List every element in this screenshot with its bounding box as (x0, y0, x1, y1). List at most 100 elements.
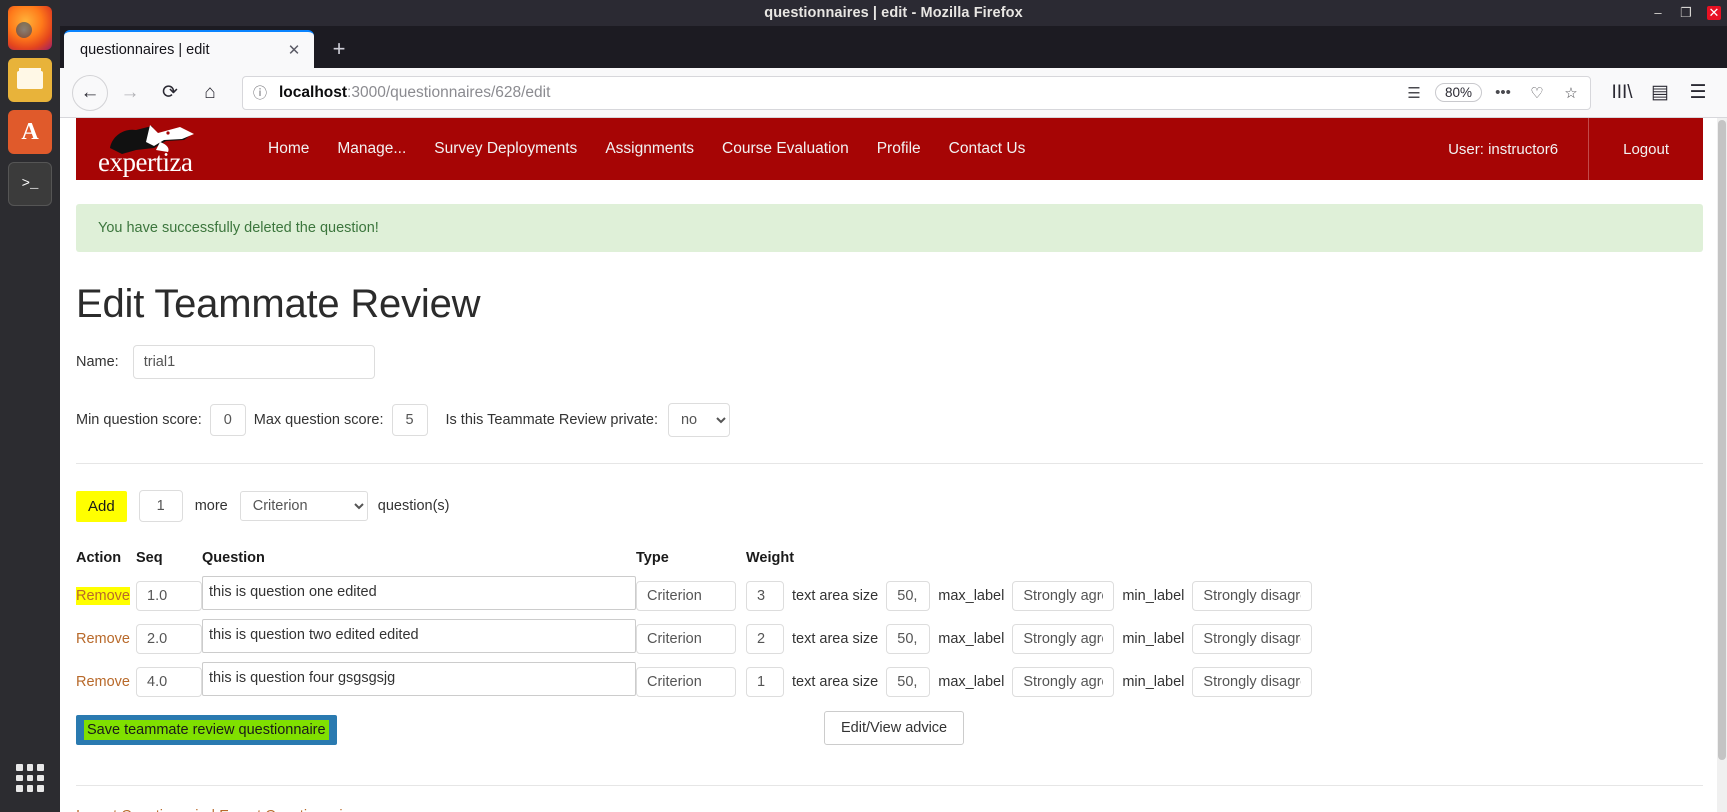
zoom-level-indicator[interactable]: 80% (1434, 83, 1482, 102)
remove-link[interactable]: Remove (76, 673, 130, 691)
tab-questionnaires-edit[interactable]: questionnaires | edit ✕ (64, 30, 314, 68)
cell-maxlabel (1012, 662, 1115, 705)
weight-input[interactable] (746, 666, 784, 697)
name-label: Name: (76, 354, 119, 370)
cell-tas-label: text area size (784, 619, 886, 662)
page-actions-icon[interactable]: ••• (1490, 80, 1516, 106)
bookmark-star-icon[interactable]: ☆ (1558, 80, 1584, 106)
min-label-input[interactable] (1192, 580, 1313, 611)
reader-mode-icon[interactable]: ☰ (1401, 80, 1427, 106)
files-icon[interactable] (8, 58, 52, 102)
nav-item-survey-deployments[interactable]: Survey Deployments (420, 140, 591, 158)
scrollbar-thumb[interactable] (1718, 120, 1726, 760)
add-button[interactable]: Add (76, 490, 127, 522)
site-info-icon[interactable]: ⓘ (249, 83, 271, 103)
expertiza-logo[interactable]: expertiza (98, 118, 248, 180)
url-path: :3000/questionnaires/628/edit (347, 83, 551, 101)
save-button-label: Save teammate review questionnaire (84, 720, 329, 740)
maximize-button[interactable]: ❐ (1679, 6, 1693, 20)
max-label-input[interactable] (1012, 666, 1115, 697)
cell-type (636, 619, 746, 662)
question-textarea[interactable]: this is question four gsgsgsjg (202, 662, 636, 696)
table-row: Remove this is question four gsgsgsjg (76, 662, 1313, 705)
new-tab-button[interactable]: + (324, 34, 354, 64)
seq-input[interactable] (136, 580, 202, 611)
question-type-input[interactable] (636, 666, 736, 697)
remove-link[interactable]: Remove (76, 630, 130, 648)
library-icon[interactable]: III\ (1605, 75, 1639, 111)
pocket-icon[interactable]: ♡ (1524, 80, 1550, 106)
url-host: localhost (279, 83, 348, 101)
question-textarea[interactable]: this is question two edited edited (202, 619, 636, 653)
cell-maxlabel-label: max_label (930, 619, 1012, 662)
software-store-icon[interactable]: A (8, 110, 52, 154)
reload-icon[interactable]: ⟳ (152, 75, 188, 111)
remove-link[interactable]: Remove (76, 586, 130, 605)
text-area-size-input[interactable] (886, 580, 931, 611)
col-question: Question (202, 550, 265, 566)
apps-grid-icon[interactable] (8, 756, 52, 800)
window-titlebar: questionnaires | edit - Mozilla Firefox … (60, 0, 1727, 26)
min-question-score-input[interactable] (209, 404, 246, 436)
add-count-input[interactable] (138, 490, 183, 522)
import-questionnaire-link[interactable]: Import Questionnaire (76, 808, 211, 812)
questions-suffix-label: question(s) (377, 498, 450, 514)
nav-item-assignments[interactable]: Assignments (591, 140, 708, 158)
weight-input[interactable] (746, 580, 784, 611)
min-label-label: min_label (1122, 587, 1185, 604)
question-type-select[interactable]: Criterion (239, 491, 368, 521)
max-label-label: max_label (938, 630, 1005, 647)
nav-item-contact-us[interactable]: Contact Us (935, 140, 1040, 158)
launcher-dock: A >_ (0, 0, 60, 812)
page-scrollbar[interactable] (1717, 118, 1727, 812)
main-body: Edit Teammate Review Name: Min question … (60, 282, 1719, 812)
text-area-size-label: text area size (792, 673, 879, 690)
cell-minlabel (1192, 662, 1313, 705)
question-type-input[interactable] (636, 580, 736, 611)
cell-weight (746, 619, 784, 662)
max-label-input[interactable] (1012, 623, 1115, 654)
edit-view-advice-button[interactable]: Edit/View advice (824, 711, 965, 745)
min-label-input[interactable] (1192, 666, 1313, 697)
page-content: expertiza Home Manage... Survey Deployme… (60, 118, 1719, 812)
text-area-size-input[interactable] (886, 623, 931, 654)
text-area-size-input[interactable] (886, 666, 931, 697)
close-window-button[interactable]: ✕ (1707, 6, 1721, 20)
seq-input[interactable] (136, 623, 202, 654)
firefox-icon[interactable] (8, 6, 52, 50)
form-actions-row: Save teammate review questionnaire Edit/… (76, 711, 1703, 761)
cell-question: this is question one edited (202, 576, 636, 619)
questionnaire-name-input[interactable] (132, 345, 375, 379)
home-icon[interactable]: ⌂ (192, 75, 228, 111)
cell-maxlabel (1012, 619, 1115, 662)
max-label-input[interactable] (1012, 580, 1115, 611)
weight-input[interactable] (746, 623, 784, 654)
minimize-button[interactable]: – (1651, 6, 1665, 20)
max-question-score-input[interactable] (391, 404, 428, 436)
save-questionnaire-button[interactable]: Save teammate review questionnaire (76, 715, 337, 745)
min-label-input[interactable] (1192, 623, 1313, 654)
footer-links: Import Questionnaire| Export Questionnai… (76, 808, 1703, 812)
question-type-input[interactable] (636, 623, 736, 654)
col-type: Type (636, 550, 669, 566)
back-icon[interactable]: ← (72, 74, 108, 111)
url-bar[interactable]: ⓘ localhost:3000/questionnaires/628/edit… (242, 75, 1591, 110)
seq-input[interactable] (136, 666, 202, 697)
forward-icon[interactable]: → (112, 75, 148, 111)
nav-item-profile[interactable]: Profile (863, 140, 935, 158)
col-seq: Seq (136, 550, 163, 566)
question-textarea[interactable]: this is question one edited (202, 576, 636, 610)
terminal-icon[interactable]: >_ (8, 162, 52, 206)
export-questionnaire-link[interactable]: Export Questionnaire (219, 808, 355, 812)
nav-item-home[interactable]: Home (254, 140, 323, 158)
nav-item-course-evaluation[interactable]: Course Evaluation (708, 140, 863, 158)
close-tab-icon[interactable]: ✕ (282, 38, 306, 62)
logout-link[interactable]: Logout (1589, 141, 1703, 158)
nav-item-manage[interactable]: Manage... (323, 140, 420, 158)
cell-seq (136, 619, 202, 662)
app-menu-icon[interactable]: ☰ (1681, 75, 1715, 111)
private-select[interactable]: no (667, 403, 730, 437)
cell-minlabel-label: min_label (1114, 576, 1192, 619)
cell-tas (886, 662, 931, 705)
sidebar-icon[interactable]: ▤ (1643, 75, 1677, 111)
